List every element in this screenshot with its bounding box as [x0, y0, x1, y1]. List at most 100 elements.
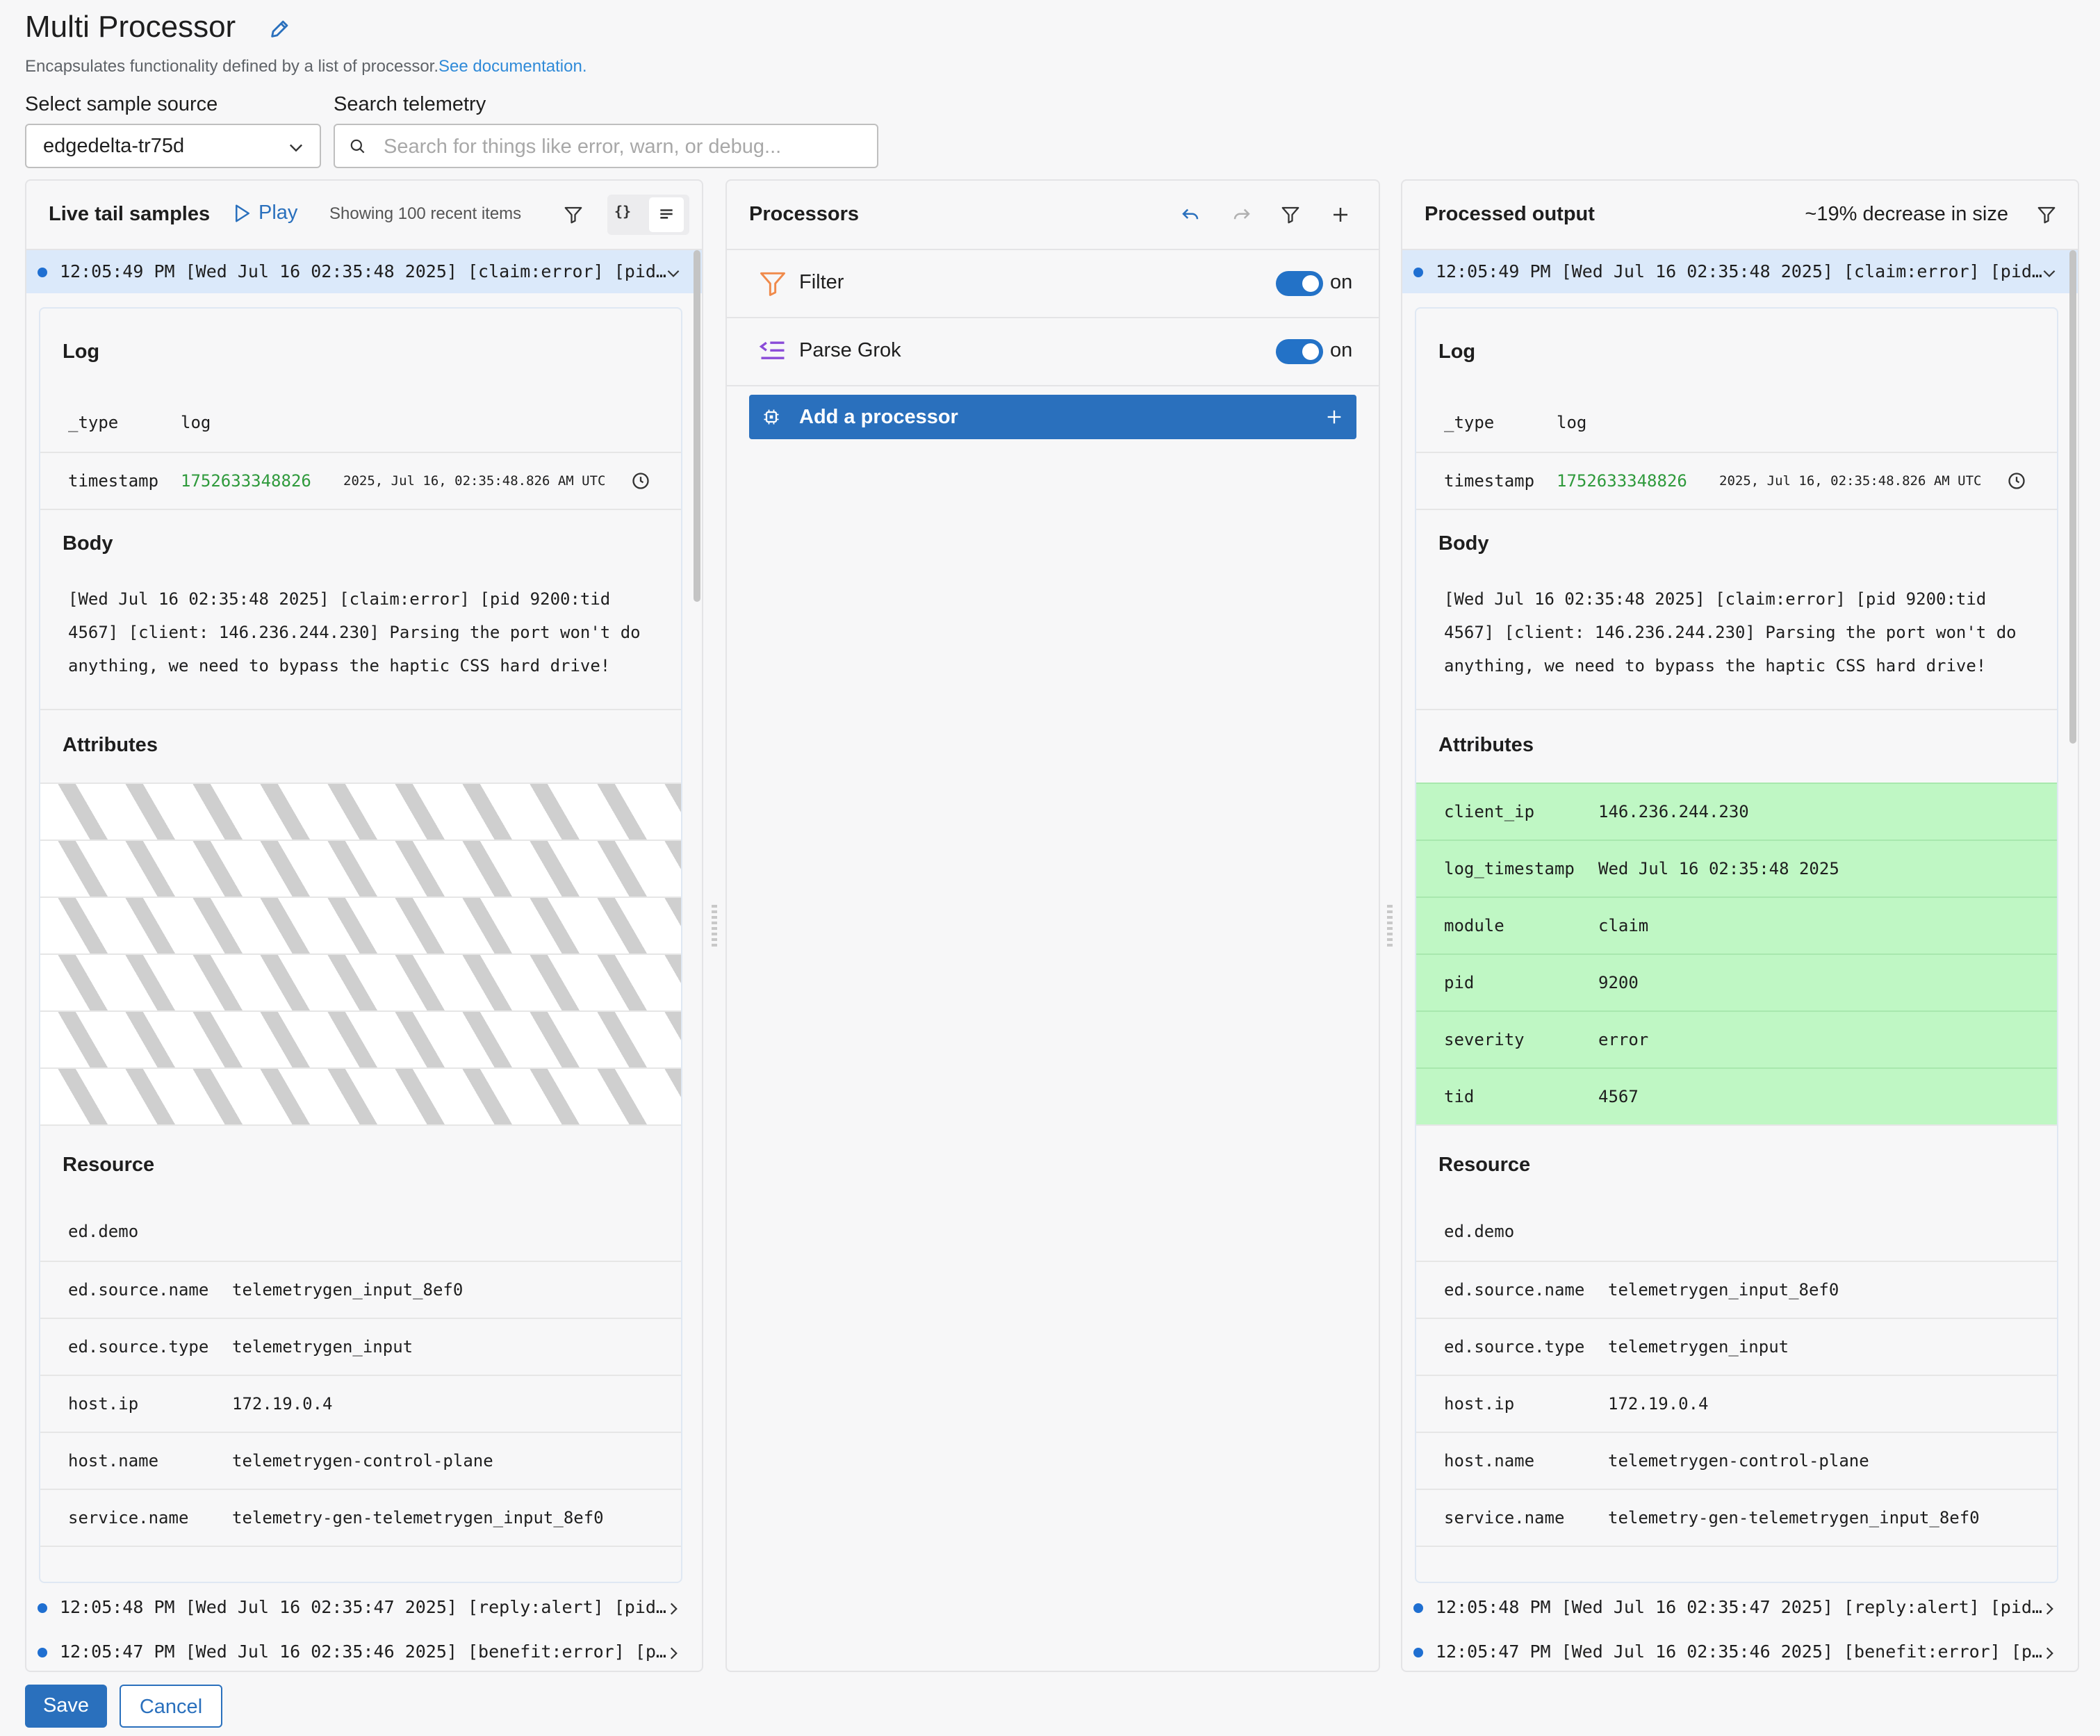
search-telemetry-box[interactable] [334, 124, 878, 168]
status-dot [1413, 1648, 1423, 1657]
attribute-placeholder [40, 896, 681, 953]
resource-key: ed.source.type [1444, 1337, 1585, 1357]
search-input[interactable] [382, 132, 864, 161]
resource-value: telemetry-gen-telemetrygen_input_8ef0 [232, 1508, 604, 1528]
attribute-row: module claim [1416, 896, 2057, 953]
resource-row: ed.demo [40, 1204, 681, 1259]
resource-row: ed.source.name telemetrygen_input_8ef0 [40, 1261, 681, 1318]
resource-value: telemetrygen_input_8ef0 [1608, 1280, 1839, 1300]
documentation-link[interactable]: See documentation. [438, 57, 586, 76]
resource-row: service.name telemetry-gen-telemetrygen_i… [1416, 1489, 2057, 1546]
add-processor-button[interactable]: Add a processor [749, 395, 1356, 439]
vertical-scrollbar[interactable] [694, 250, 700, 602]
chevron-right-icon[interactable] [2040, 1600, 2058, 1618]
divider [1416, 1546, 2057, 1547]
filter-icon[interactable] [1280, 204, 1301, 225]
attribute-row: pid 9200 [1416, 953, 2057, 1010]
status-dot [1413, 268, 1423, 277]
field-value: log [181, 413, 211, 432]
size-change-label: ~19% decrease in size [1805, 203, 2008, 225]
resource-value: telemetrygen_input_8ef0 [232, 1280, 464, 1300]
sample-row[interactable]: 12:05:47 PM [Wed Jul 16 02:35:46 2025] [… [26, 1630, 702, 1671]
attribute-value: 9200 [1598, 973, 1639, 992]
resource-section-title: Resource [63, 1154, 155, 1176]
log-body: [Wed Jul 16 02:35:48 2025] [claim:error]… [68, 589, 641, 675]
resize-handle[interactable] [712, 905, 717, 947]
vertical-scrollbar[interactable] [2069, 250, 2076, 744]
processor-toggle[interactable] [1276, 339, 1323, 364]
plus-icon[interactable] [1330, 204, 1351, 225]
undo-icon[interactable] [1180, 204, 1201, 225]
resource-row: host.name telemetrygen-control-plane [1416, 1432, 2057, 1489]
attribute-row: severity error [1416, 1010, 2057, 1067]
filter-icon[interactable] [563, 204, 584, 225]
resource-value: telemetrygen-control-plane [232, 1451, 493, 1471]
cancel-button[interactable]: Cancel [120, 1685, 222, 1728]
divider [40, 509, 681, 510]
plus-icon [1327, 410, 1341, 424]
processor-filter[interactable]: Filter on [727, 250, 1379, 318]
page-subtitle: Encapsulates functionality defined by a … [25, 57, 587, 76]
processors-header: Processors [727, 181, 1379, 250]
funnel-icon [760, 272, 785, 296]
json-view-icon[interactable]: {} [614, 203, 631, 220]
attribute-key: client_ip [1444, 802, 1535, 821]
timestamp-value: 1752633348826 [181, 471, 311, 491]
resource-row: ed.demo [1416, 1204, 2057, 1259]
sample-text: 12:05:49 PM [Wed Jul 16 02:35:48 2025] [… [60, 261, 666, 281]
resource-row: host.ip 172.19.0.4 [1416, 1375, 2057, 1432]
resource-row: ed.source.type telemetrygen_input [40, 1318, 681, 1375]
pencil-icon[interactable] [268, 17, 292, 40]
resource-key: ed.source.name [68, 1280, 209, 1300]
subtitle-text: Encapsulates functionality defined by a … [25, 57, 439, 76]
resource-key: service.name [68, 1508, 189, 1528]
attribute-key: module [1444, 916, 1504, 935]
field-row: timestamp 1752633348826 2025, Jul 16, 02… [1416, 452, 2057, 509]
processors-title: Processors [749, 203, 859, 225]
chevron-down-icon[interactable] [664, 264, 682, 282]
field-key: _type [68, 413, 119, 432]
chevron-right-icon[interactable] [664, 1644, 682, 1662]
processor-name: Parse Grok [799, 339, 901, 361]
resize-handle[interactable] [1387, 905, 1393, 947]
source-value: edgedelta-tr75d [43, 135, 185, 157]
processor-toggle[interactable] [1276, 271, 1323, 296]
sample-text: 12:05:48 PM [Wed Jul 16 02:35:47 2025] [… [60, 1597, 666, 1617]
timestamp-value: 1752633348826 [1557, 471, 1687, 491]
sample-source-select[interactable]: edgedelta-tr75d [25, 124, 321, 168]
field-row: _type log [40, 395, 681, 450]
resource-key: ed.demo [1444, 1222, 1515, 1241]
field-key: timestamp [1444, 471, 1535, 491]
sample-text: 12:05:47 PM [Wed Jul 16 02:35:46 2025] [… [1436, 1641, 2042, 1662]
processor-parse-grok[interactable]: Parse Grok on [727, 318, 1379, 386]
text-view-button[interactable] [649, 197, 684, 232]
resource-value: telemetry-gen-telemetrygen_input_8ef0 [1608, 1508, 1980, 1528]
resource-value: telemetrygen_input [1608, 1337, 1789, 1357]
status-dot [1413, 1603, 1423, 1613]
processors-panel: Processors Filter on Parse Grok on Add a… [725, 179, 1380, 1672]
attribute-row: tid 4567 [1416, 1067, 2057, 1124]
sample-row[interactable]: 12:05:48 PM [Wed Jul 16 02:35:47 2025] [… [1402, 1586, 2078, 1629]
save-label: Save [42, 1694, 90, 1717]
attribute-value: error [1598, 1030, 1649, 1049]
chevron-down-icon[interactable] [2040, 264, 2058, 282]
chevron-right-icon[interactable] [2040, 1644, 2058, 1662]
save-button[interactable]: Save [25, 1685, 107, 1728]
chevron-right-icon[interactable] [664, 1600, 682, 1618]
attribute-key: tid [1444, 1087, 1475, 1106]
lines-icon [660, 209, 673, 219]
redo-icon[interactable] [1231, 204, 1252, 225]
sample-row[interactable]: 12:05:49 PM [Wed Jul 16 02:35:48 2025] [… [26, 250, 702, 293]
attributes-section-title: Attributes [63, 734, 158, 756]
sample-text: 12:05:47 PM [Wed Jul 16 02:35:46 2025] [… [60, 1641, 666, 1662]
sample-row[interactable]: 12:05:49 PM [Wed Jul 16 02:35:48 2025] [… [1402, 250, 2078, 293]
resource-value: telemetrygen-control-plane [1608, 1451, 1869, 1471]
sample-text: 12:05:49 PM [Wed Jul 16 02:35:48 2025] [… [1436, 261, 2042, 281]
sample-row[interactable]: 12:05:48 PM [Wed Jul 16 02:35:47 2025] [… [26, 1586, 702, 1629]
filter-icon[interactable] [2036, 204, 2057, 225]
cancel-label: Cancel [139, 1696, 203, 1718]
resource-key: ed.source.name [1444, 1280, 1585, 1300]
sample-row[interactable]: 12:05:47 PM [Wed Jul 16 02:35:46 2025] [… [1402, 1630, 2078, 1671]
toggle-label: on [1330, 271, 1353, 293]
log-section-title: Log [1438, 341, 1476, 363]
